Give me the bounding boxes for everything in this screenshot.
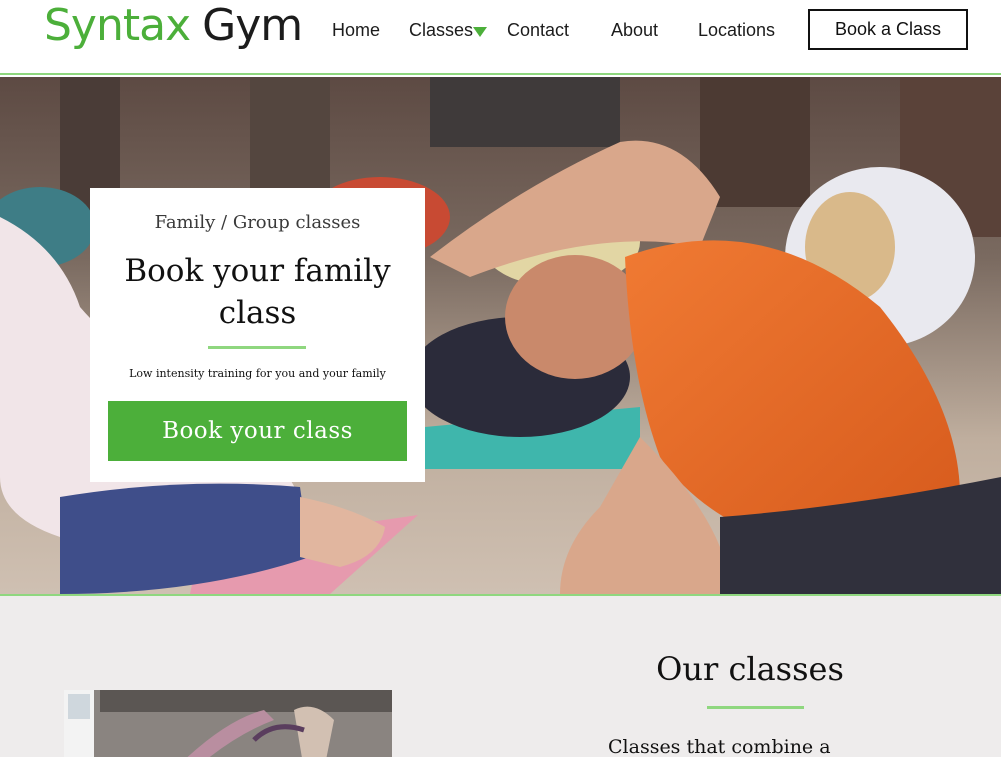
hero-subtitle: Low intensity training for you and your …: [129, 367, 386, 380]
chevron-down-icon[interactable]: [473, 27, 487, 37]
nav-locations[interactable]: Locations: [698, 19, 775, 41]
nav-classes[interactable]: Classes: [409, 19, 473, 41]
nav-home[interactable]: Home: [332, 19, 380, 41]
hero-kicker: Family / Group classes: [154, 212, 361, 233]
classes-divider: [707, 706, 804, 709]
hero-divider: [208, 346, 306, 349]
classes-description: Classes that combine a: [608, 736, 831, 757]
site-header: Syntax Gym Home Classes Contact About Lo…: [0, 0, 1001, 75]
classes-photo: [64, 690, 392, 757]
hero-title: Book your family class: [124, 253, 391, 331]
book-a-class-button[interactable]: Book a Class: [808, 9, 968, 50]
hero-card: Family / Group classes Book your family …: [90, 188, 425, 482]
book-your-class-button[interactable]: Book your class: [108, 401, 407, 461]
logo-gym: Gym: [202, 0, 303, 51]
classes-image: [64, 690, 392, 757]
nav-about[interactable]: About: [611, 19, 658, 41]
logo-brand: Syntax: [44, 0, 191, 51]
nav-contact[interactable]: Contact: [507, 19, 569, 41]
classes-section: Our classes Classes that combine a: [0, 596, 1001, 757]
classes-heading: Our classes: [656, 650, 844, 688]
logo[interactable]: Syntax Gym: [44, 0, 303, 60]
hero-banner: Family / Group classes Book your family …: [0, 77, 1001, 594]
